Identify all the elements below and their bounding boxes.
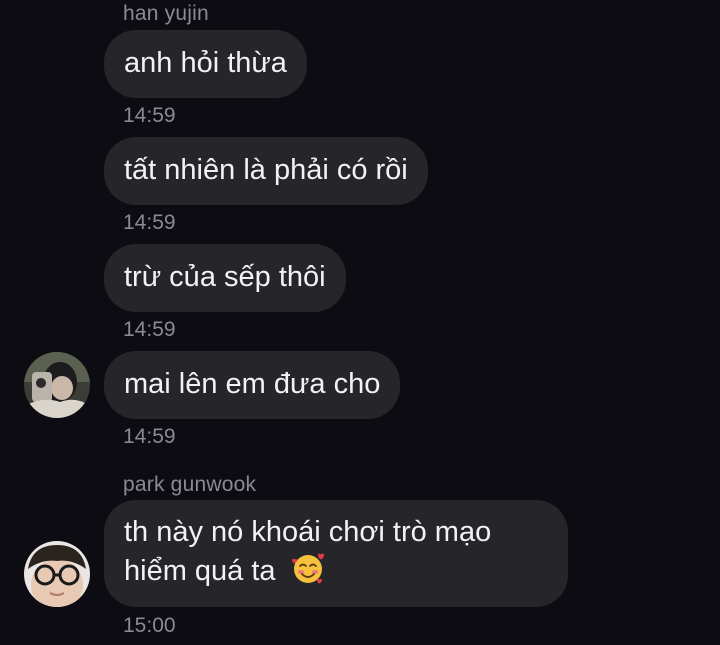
message-text-line-wrap: hiểm quá ta [124,550,548,589]
message-bubble[interactable]: anh hỏi thừa [104,30,307,98]
avatar-photo-icon [24,541,90,607]
chat-thread: han yujin anh hỏi thừa 14:59 tất nhiên l… [0,0,720,645]
message-text: trừ của sếp thôi [124,261,326,293]
message-text-line: hiểm quá ta [124,555,276,587]
sender-name: han yujin [123,2,209,25]
message-text: anh hỏi thừa [124,47,287,79]
avatar[interactable] [24,541,90,607]
message-timestamp: 15:00 [123,614,176,637]
sender-name: park gunwook [123,473,257,496]
avatar[interactable] [24,352,90,418]
message-text-line: th này nó khoái chơi trò mạo [124,516,492,548]
message-timestamp: 14:59 [123,104,176,127]
message-timestamp: 14:59 [123,425,176,448]
smiling-face-with-hearts-icon [291,553,324,584]
message-timestamp: 14:59 [123,211,176,234]
message-text: mai lên em đưa cho [124,368,381,400]
message-text: tất nhiên là phải có rồi [124,154,408,186]
message-bubble[interactable]: th này nó khoái chơi trò mạo hiểm quá ta [104,500,568,607]
message-bubble[interactable]: mai lên em đưa cho [104,351,401,419]
avatar-photo-icon [24,352,90,418]
message-timestamp: 14:59 [123,318,176,341]
message-bubble[interactable]: trừ của sếp thôi [104,244,346,312]
message-bubble[interactable]: tất nhiên là phải có rồi [104,137,428,205]
